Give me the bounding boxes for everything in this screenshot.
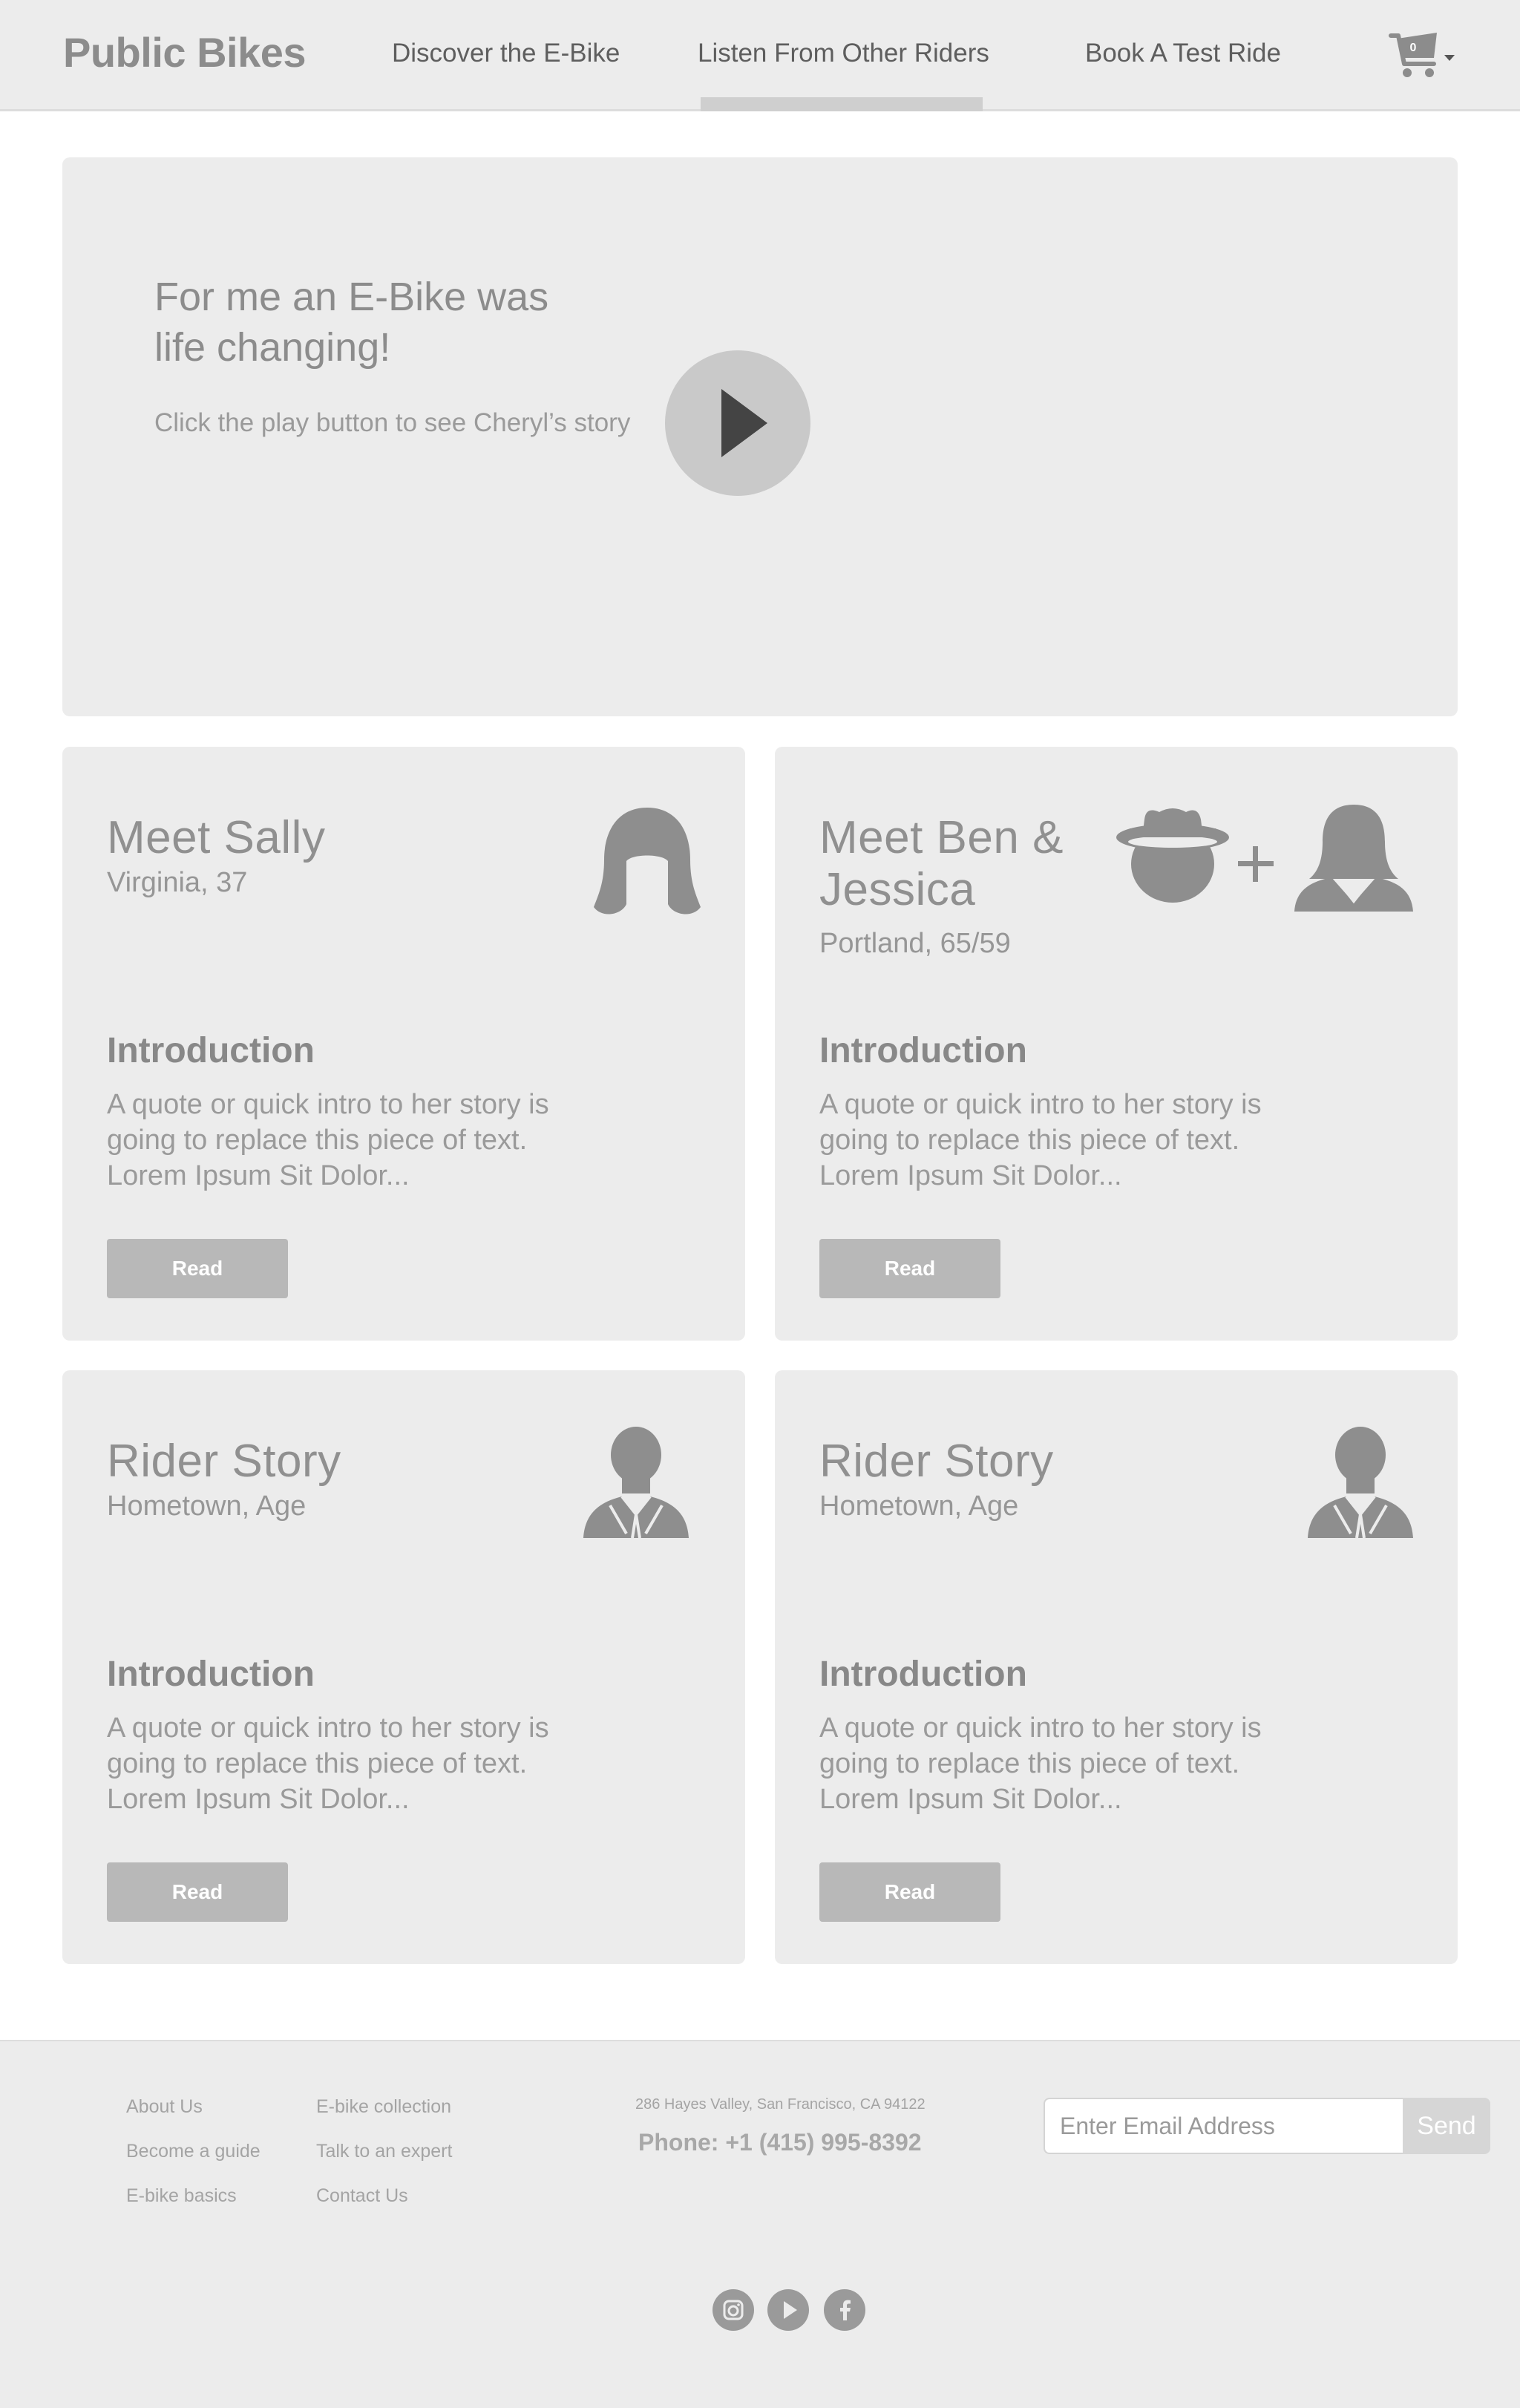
card-title: Rider Story	[819, 1436, 1054, 1487]
facebook-icon	[840, 2300, 851, 2320]
rider-card-sally: Meet Sally Virginia, 37 Introduction A q…	[62, 747, 745, 1341]
card-intro-heading: Introduction	[107, 1655, 315, 1694]
hero-video-section: For me an E-Bike was life changing! Clic…	[62, 157, 1458, 716]
couple-icon	[1116, 805, 1413, 912]
hero-title: For me an E-Bike was life changing!	[154, 275, 549, 370]
cart-icon	[1389, 33, 1455, 77]
read-button[interactable]: Read	[107, 1239, 288, 1298]
footer-link-about-us[interactable]: About Us	[126, 2096, 203, 2118]
instagram-icon	[723, 2300, 744, 2320]
chevron-down-icon	[1444, 55, 1455, 61]
email-input[interactable]	[1044, 2098, 1403, 2154]
card-intro-text: A quote or quick intro to her story is g…	[819, 1712, 1262, 1815]
cart-button[interactable]: 0	[1388, 28, 1462, 80]
site-footer: About Us Become a guide E-bike basics E-…	[0, 2040, 1520, 2408]
youtube-icon	[784, 2301, 797, 2319]
person-suit-icon	[583, 1427, 689, 1539]
cart-count-badge: 0	[1409, 42, 1417, 54]
card-intro-heading: Introduction	[819, 1031, 1027, 1070]
read-button[interactable]: Read	[107, 1862, 288, 1922]
card-intro-heading: Introduction	[107, 1031, 315, 1070]
instagram-link[interactable]	[712, 2289, 754, 2331]
card-intro-heading: Introduction	[819, 1655, 1027, 1694]
send-button[interactable]: Send	[1403, 2098, 1490, 2154]
site-header: Public Bikes Discover the E-Bike Listen …	[0, 0, 1520, 111]
footer-link-ebike-collection[interactable]: E-bike collection	[316, 2096, 451, 2118]
card-intro-text: A quote or quick intro to her story is g…	[819, 1089, 1262, 1191]
footer-address: 286 Hayes Valley, San Francisco, CA 9412…	[635, 2096, 926, 2113]
read-button[interactable]: Read	[819, 1239, 1000, 1298]
footer-link-talk-expert[interactable]: Talk to an expert	[316, 2141, 452, 2162]
card-intro-text: A quote or quick intro to her story is g…	[107, 1089, 549, 1191]
woman-hair-icon	[594, 808, 701, 915]
newsletter-form: Send	[1044, 2098, 1490, 2154]
card-location-age: Hometown, Age	[107, 1491, 307, 1522]
card-location-age: Hometown, Age	[819, 1491, 1019, 1522]
card-title: Rider Story	[107, 1436, 341, 1487]
brand-logo[interactable]: Public Bikes	[63, 28, 307, 76]
rider-card-ben-jessica: Meet Ben & Jessica Portland, 65/59 Intro…	[775, 747, 1458, 1341]
play-icon	[721, 389, 767, 457]
footer-link-contact-us[interactable]: Contact Us	[316, 2185, 408, 2207]
person-suit-icon	[1308, 1427, 1413, 1539]
rider-card-story-2: Rider Story Hometown, Age Introduction A…	[775, 1370, 1458, 1964]
rider-card-story-1: Rider Story Hometown, Age Introduction A…	[62, 1370, 745, 1964]
hero-subtitle: Click the play button to see Cheryl’s st…	[154, 408, 631, 437]
facebook-link[interactable]	[824, 2289, 865, 2331]
youtube-link[interactable]	[767, 2289, 809, 2331]
nav-discover-ebike[interactable]: Discover the E-Bike	[392, 39, 620, 68]
read-button[interactable]: Read	[819, 1862, 1000, 1922]
card-intro-text: A quote or quick intro to her story is g…	[107, 1712, 549, 1815]
card-location-age: Virginia, 37	[107, 867, 248, 898]
card-title: Meet Ben & Jessica	[819, 812, 1064, 915]
footer-phone: Phone: +1 (415) 995-8392	[638, 2129, 922, 2156]
footer-link-become-guide[interactable]: Become a guide	[126, 2141, 261, 2162]
active-nav-indicator	[701, 97, 983, 111]
nav-listen-riders[interactable]: Listen From Other Riders	[698, 39, 989, 68]
play-button[interactable]	[665, 350, 810, 496]
footer-link-ebike-basics[interactable]: E-bike basics	[126, 2185, 237, 2207]
card-title: Meet Sally	[107, 812, 326, 863]
card-location-age: Portland, 65/59	[819, 928, 1011, 959]
nav-book-test-ride[interactable]: Book A Test Ride	[1085, 39, 1281, 68]
